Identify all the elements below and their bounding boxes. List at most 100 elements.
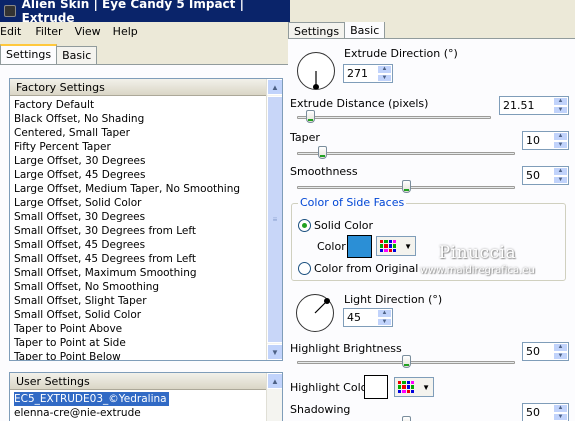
scroll-down-button[interactable]: ▼ [267,344,282,360]
slider-thumb[interactable] [318,146,327,159]
tab-basic[interactable]: Basic [56,46,98,65]
tab-settings[interactable]: Settings [0,44,58,65]
list-item[interactable]: Taper to Point Below [14,350,264,360]
user-settings-list[interactable]: User Settings EC5_EXTRUDE03_©Yedralina el… [9,372,283,421]
watermark: Pinuccia www.maidiregrafica.eu [420,243,535,276]
taper-slider[interactable] [297,146,515,160]
side-faces-legend: Color of Side Faces [298,196,407,209]
factory-settings-items: Factory Default Black Offset, No Shading C… [14,98,264,360]
list-item-label: EC5_EXTRUDE03_©Yedralina [14,392,169,406]
dial-needle-icon [313,71,319,89]
list-item[interactable]: Small Offset, Slight Taper [14,294,264,308]
list-item[interactable]: Small Offset, 30 Degrees from Left [14,224,264,238]
list-item[interactable]: Centered, Small Taper [14,126,264,140]
smoothness-value[interactable]: 50 [523,167,553,184]
spin-down-icon[interactable]: ▼ [553,175,568,184]
highlight-color-palette-button[interactable]: ▼ [394,377,434,397]
spin-down-icon[interactable]: ▼ [377,73,392,82]
list-item[interactable]: Black Offset, No Shading [14,112,264,126]
highlight-color-swatch[interactable] [364,375,388,399]
factory-settings-list[interactable]: Factory Settings Factory Default Black Of… [9,78,283,361]
smoothness-slider[interactable] [297,180,515,194]
left-tab-strip: Settings Basic [0,43,98,65]
spin-down-icon[interactable]: ▼ [553,412,568,421]
title-bar: Alien Skin | Eye Candy 5 Impact | Extrud… [0,0,290,25]
factory-settings-header: Factory Settings [10,79,282,96]
shadowing-value[interactable]: 50 [523,404,553,421]
list-item[interactable]: Small Offset, Maximum Smoothing [14,266,264,280]
spin-up-icon[interactable]: ▲ [553,97,568,106]
spin-up-icon[interactable]: ▲ [553,343,568,352]
shadowing-spin[interactable]: 50 ▲ ▼ [522,403,569,421]
list-item[interactable]: Fifty Percent Taper [14,140,264,154]
spin-down-icon[interactable]: ▼ [553,105,568,114]
light-direction-dial[interactable] [296,294,334,332]
list-item[interactable]: elenna-cre@nie-extrude [14,406,264,420]
list-item[interactable]: Factory Default [14,98,264,112]
taper-value[interactable]: 10 [523,132,553,149]
list-item[interactable]: Large Offset, 30 Degrees [14,154,264,168]
scroll-up-button[interactable]: ▲ [267,373,282,389]
color-label: Color [317,240,346,253]
spin-up-icon[interactable]: ▲ [377,65,392,74]
list-item[interactable]: Small Offset, Solid Color [14,308,264,322]
highlight-color-label: Highlight Color [290,381,372,394]
color-from-original-radio[interactable] [298,262,311,275]
highlight-brightness-spin[interactable]: 50 ▲ ▼ [522,342,569,361]
dial-needle-icon [314,298,330,314]
list-item[interactable]: Small Offset, No Smoothing [14,280,264,294]
slider-thumb[interactable] [402,180,411,193]
palette-icon [380,240,396,252]
factory-scrollbar[interactable]: ▲ ≡ ▼ [266,79,282,360]
list-item[interactable]: EC5_EXTRUDE03_©Yedralina [14,392,264,406]
solid-color-radio[interactable] [298,219,311,232]
side-color-swatch[interactable] [347,235,372,258]
extrude-distance-slider[interactable] [297,110,491,124]
highlight-brightness-slider[interactable] [297,355,515,369]
list-item[interactable]: Large Offset, Medium Taper, No Smoothing [14,182,264,196]
light-direction-value[interactable]: 45 [344,309,377,326]
extrude-direction-value[interactable]: 271 [344,65,377,82]
list-item[interactable]: Small Offset, 45 Degrees [14,238,264,252]
solid-color-label[interactable]: Solid Color [314,219,373,232]
shadowing-label: Shadowing [290,403,351,416]
menu-help[interactable]: Help [107,25,144,38]
menu-view[interactable]: View [69,25,107,38]
list-item[interactable]: Large Offset, Solid Color [14,196,264,210]
spin-up-icon[interactable]: ▲ [553,132,568,141]
light-direction-label: Light Direction (°) [344,293,443,306]
highlight-brightness-label: Highlight Brightness [290,342,402,355]
list-item[interactable]: Small Offset, 45 Degrees from Left [14,252,264,266]
slider-thumb[interactable] [306,110,315,123]
scroll-up-button[interactable]: ▲ [267,79,282,95]
spin-down-icon[interactable]: ▼ [553,351,568,360]
extrude-distance-value[interactable]: 21.51 [500,97,553,114]
menu-edit[interactable]: Edit [0,25,27,38]
list-item[interactable]: Taper to Point at Side [14,336,264,350]
spin-up-icon[interactable]: ▲ [553,404,568,413]
light-direction-spin[interactable]: 45 ▲ ▼ [343,308,393,327]
smoothness-label: Smoothness [290,165,358,178]
color-from-original-label[interactable]: Color from Original [314,262,418,275]
smoothness-spin[interactable]: 50 ▲ ▼ [522,166,569,185]
highlight-brightness-value[interactable]: 50 [523,343,553,360]
extrude-direction-spin[interactable]: 271 ▲ ▼ [343,64,393,83]
spin-up-icon[interactable]: ▲ [377,309,392,318]
side-color-palette-button[interactable]: ▼ [376,236,416,256]
spin-down-icon[interactable]: ▼ [377,317,392,326]
extrude-distance-spin[interactable]: 21.51 ▲ ▼ [499,96,569,115]
slider-thumb[interactable] [402,355,411,368]
spin-down-icon[interactable]: ▼ [553,140,568,149]
taper-label: Taper [290,131,320,144]
list-item[interactable]: Small Offset, 30 Degrees [14,210,264,224]
taper-spin[interactable]: 10 ▲ ▼ [522,131,569,150]
menu-filter[interactable]: Filter [27,25,68,38]
spin-up-icon[interactable]: ▲ [553,167,568,176]
user-scrollbar[interactable]: ▲ [266,373,282,421]
list-item[interactable]: Large Offset, 45 Degrees [14,168,264,182]
slider-thumb[interactable] [402,416,411,421]
scroll-thumb[interactable]: ≡ [267,96,282,343]
list-item[interactable]: Taper to Point Above [14,322,264,336]
shadowing-slider[interactable] [297,416,515,421]
extrude-direction-dial[interactable] [297,52,335,90]
